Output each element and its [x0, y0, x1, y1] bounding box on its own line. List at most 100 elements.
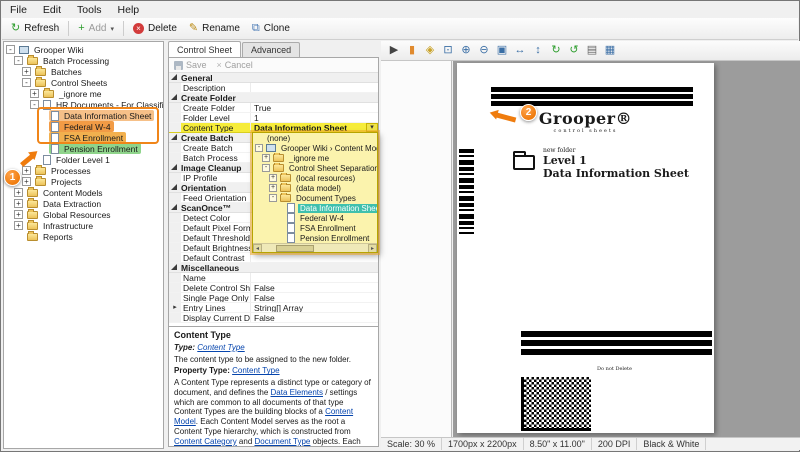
property-type-link[interactable]: Content Type	[232, 366, 279, 375]
property-entry-lines[interactable]: ▸Entry LinesString[] Array	[169, 303, 378, 313]
tree-item-processes[interactable]: +Processes	[4, 165, 163, 176]
type-link[interactable]: Content Type	[197, 343, 244, 352]
expand-icon[interactable]: +	[22, 177, 31, 186]
scroll-thumb[interactable]	[276, 245, 314, 252]
property-default-contrast[interactable]: Default Contrast	[169, 253, 378, 263]
fit-width-button[interactable]: ↔	[512, 43, 528, 59]
refresh-button[interactable]: ↻Refresh	[5, 21, 65, 36]
property-display-current-date[interactable]: Display Current DateFalse	[169, 313, 378, 323]
property-value[interactable]: True	[251, 103, 378, 112]
expand-icon[interactable]: +	[269, 184, 277, 192]
tree-item-projects[interactable]: +Projects	[4, 176, 163, 187]
tree-item-ignore-me[interactable]: +_ignore me	[4, 88, 163, 99]
ct-option-data-information-sheet[interactable]: +Data Information Sheet	[253, 203, 377, 213]
ct-option-control-sheet-separation-hr-d[interactable]: -Control Sheet Separation - HR D	[253, 163, 377, 173]
tree-item-batch-processing[interactable]: -Batch Processing	[4, 55, 163, 66]
property-description[interactable]: Description	[169, 83, 378, 93]
menu-help[interactable]: Help	[110, 3, 148, 17]
tree-item-infrastructure[interactable]: +Infrastructure	[4, 220, 163, 231]
cancel-button[interactable]: × Cancel	[217, 60, 253, 70]
collapse-icon[interactable]: -	[255, 144, 263, 152]
expand-icon[interactable]: +	[14, 221, 23, 230]
collapse-icon[interactable]: -	[269, 194, 277, 202]
tree-item-data-extraction[interactable]: +Data Extraction	[4, 198, 163, 209]
property-create-folder[interactable]: Create FolderTrue	[169, 103, 378, 113]
property-name[interactable]: Name	[169, 273, 378, 283]
popup-hscrollbar[interactable]: ◂ ▸	[253, 243, 377, 252]
tree-item-control-sheets[interactable]: -Control Sheets	[4, 77, 163, 88]
select-pointer-button[interactable]: ▶	[386, 43, 402, 59]
ct-option-ignore-me[interactable]: +_ignore me	[253, 153, 377, 163]
zoom-out-button[interactable]: ⊖	[476, 43, 492, 59]
property-value[interactable]: False	[251, 283, 378, 292]
tree-item-federal-w-4[interactable]: +Federal W-4	[4, 121, 163, 132]
expand-icon[interactable]: +	[269, 174, 277, 182]
category-miscellaneous[interactable]: Miscellaneous	[169, 263, 378, 273]
help-link-content-category[interactable]: Content Category	[174, 437, 237, 446]
menu-tools[interactable]: Tools	[69, 3, 110, 17]
zoom-in-button[interactable]: ⊕	[458, 43, 474, 59]
tree-item-grooper-wiki[interactable]: -Grooper Wiki	[4, 44, 163, 55]
property-value[interactable]	[251, 83, 378, 92]
ct-option-document-types[interactable]: -Document Types	[253, 193, 377, 203]
tab-advanced[interactable]: Advanced	[242, 42, 300, 57]
tree-item-fsa-enrollment[interactable]: +FSA Enrollment	[4, 132, 163, 143]
tree-item-batches[interactable]: +Batches	[4, 66, 163, 77]
property-value[interactable]: False	[251, 293, 378, 302]
tree-item-reports[interactable]: +Reports	[4, 231, 163, 242]
save-button[interactable]: Save	[174, 60, 207, 70]
tree-item-hr-documents-for-classification[interactable]: -HR Documents - For Classification	[4, 99, 163, 110]
collapse-icon[interactable]: -	[6, 45, 15, 54]
ct-option-grooper-wiki-content-models[interactable]: -Grooper Wiki › Content Models	[253, 143, 377, 153]
expand-icon[interactable]: +	[30, 89, 39, 98]
property-value[interactable]	[251, 273, 378, 282]
collapse-icon[interactable]: -	[262, 164, 270, 172]
property-value[interactable]: Data Information Sheet	[251, 123, 366, 132]
category-general[interactable]: General	[169, 73, 378, 83]
add-button[interactable]: +Add▾	[72, 21, 120, 36]
tree-item-content-models[interactable]: +Content Models	[4, 187, 163, 198]
ct-option-none[interactable]: +(none)	[253, 133, 377, 143]
tree-item-global-resources[interactable]: +Global Resources	[4, 209, 163, 220]
menu-file[interactable]: File	[2, 3, 35, 17]
expand-icon[interactable]: +	[22, 166, 31, 175]
rename-button[interactable]: ✎Rename	[183, 21, 246, 36]
property-delete-control-sheet[interactable]: Delete Control SheetFalse	[169, 283, 378, 293]
image-settings-button[interactable]: ▦	[602, 43, 618, 59]
fit-page-button[interactable]: ▣	[494, 43, 510, 59]
help-link-data-elements[interactable]: Data Elements	[271, 388, 323, 397]
tree-item-data-information-sheet[interactable]: +Data Information Sheet	[4, 110, 163, 121]
delete-button[interactable]: ×Delete	[127, 21, 183, 36]
color-swatch-button[interactable]: ▮	[404, 43, 420, 59]
ct-option-pension-enrollment[interactable]: +Pension Enrollment	[253, 233, 377, 243]
collapse-icon[interactable]: -	[14, 56, 23, 65]
collapse-icon[interactable]: -	[22, 78, 31, 87]
property-value[interactable]: 1	[251, 113, 378, 122]
ct-option-federal-w-4[interactable]: +Federal W-4	[253, 213, 377, 223]
property-value[interactable]: String[] Array	[251, 303, 378, 312]
expand-icon[interactable]: +	[14, 199, 23, 208]
expand-icon[interactable]: +	[14, 188, 23, 197]
ct-option-local-resources[interactable]: +(local resources)	[253, 173, 377, 183]
ct-option-data-model[interactable]: +(data model)	[253, 183, 377, 193]
property-folder-level[interactable]: Folder Level1	[169, 113, 378, 123]
thumbnails-button[interactable]: ▤	[584, 43, 600, 59]
expand-icon[interactable]: +	[14, 210, 23, 219]
scroll-left-icon[interactable]: ◂	[253, 244, 262, 253]
clone-button[interactable]: ⧉Clone	[246, 21, 296, 36]
collapse-icon[interactable]: -	[30, 100, 39, 109]
refresh-page-button[interactable]: ↻	[548, 43, 564, 59]
expand-icon[interactable]: +	[22, 67, 31, 76]
property-single-page-only[interactable]: Single Page OnlyFalse	[169, 293, 378, 303]
property-value[interactable]: False	[251, 313, 378, 322]
fit-height-button[interactable]: ↕	[530, 43, 546, 59]
dropdown-open-button[interactable]: ▾	[366, 123, 378, 132]
menu-edit[interactable]: Edit	[35, 3, 69, 17]
category-create-folder[interactable]: Create Folder	[169, 93, 378, 103]
expand-icon[interactable]: +	[262, 154, 270, 162]
ct-option-fsa-enrollment[interactable]: +FSA Enrollment	[253, 223, 377, 233]
tab-control-sheet[interactable]: Control Sheet	[168, 41, 241, 57]
property-value[interactable]	[251, 253, 378, 262]
zoom-window-button[interactable]: ⊡	[440, 43, 456, 59]
scroll-right-icon[interactable]: ▸	[368, 244, 377, 253]
